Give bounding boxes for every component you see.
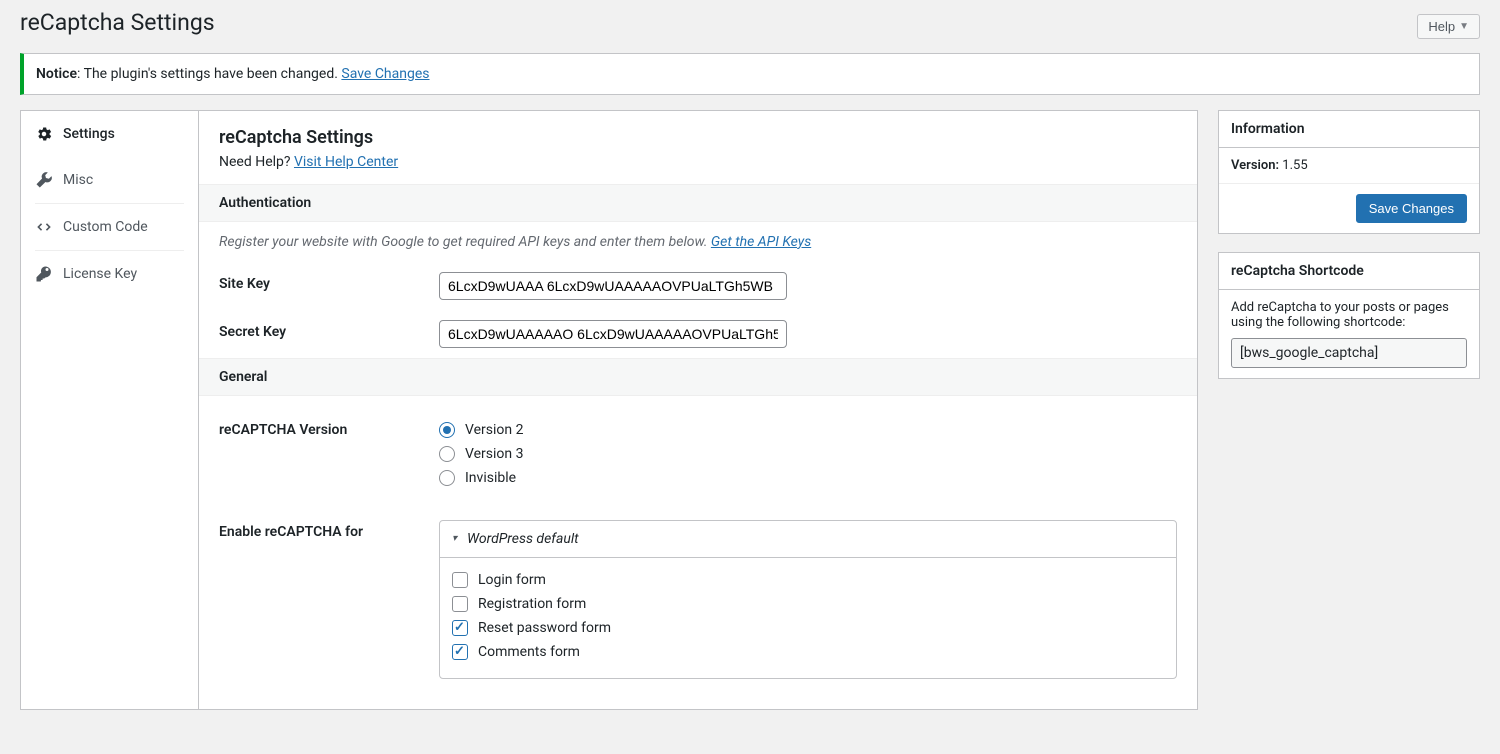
tab-license-key-label: License Key [63, 266, 137, 282]
help-button-label: Help [1428, 19, 1455, 34]
form-register-label: Registration form [478, 596, 586, 612]
form-comments-label: Comments form [478, 644, 580, 660]
form-reset-option[interactable]: Reset password form [452, 616, 1164, 640]
form-comments-checkbox[interactable] [452, 644, 468, 660]
form-register-checkbox[interactable] [452, 596, 468, 612]
version-v2-option[interactable]: Version 2 [439, 418, 1177, 442]
tab-license-key[interactable]: License Key [35, 250, 184, 297]
main-panel: Settings Misc Custom Code License Key re [20, 110, 1198, 710]
information-heading: Information [1219, 111, 1479, 148]
version-invisible-option[interactable]: Invisible [439, 466, 1177, 490]
tab-custom-code-label: Custom Code [63, 219, 148, 235]
form-login-checkbox[interactable] [452, 572, 468, 588]
accordion-toggle[interactable]: ▾ WordPress default [440, 521, 1176, 558]
shortcode-text: Add reCaptcha to your posts or pages usi… [1231, 300, 1467, 330]
auth-hint-text: Register your website with Google to get… [219, 234, 711, 250]
need-help-text: Need Help? [219, 154, 294, 170]
shortcode-box: reCaptcha Shortcode Add reCaptcha to you… [1218, 252, 1480, 379]
section-authentication: Authentication [199, 184, 1197, 222]
version-v2-label: Version 2 [465, 422, 523, 438]
shortcode-heading: reCaptcha Shortcode [1219, 253, 1479, 290]
form-register-option[interactable]: Registration form [452, 592, 1164, 616]
tab-custom-code[interactable]: Custom Code [35, 203, 184, 250]
version-invisible-label: Invisible [465, 470, 516, 486]
tab-settings[interactable]: Settings [21, 111, 198, 157]
version-v3-radio[interactable] [439, 446, 455, 462]
help-center-link[interactable]: Visit Help Center [294, 154, 398, 170]
tab-misc[interactable]: Misc [35, 157, 184, 203]
form-login-option[interactable]: Login form [452, 568, 1164, 592]
version-label: reCAPTCHA Version [219, 418, 439, 438]
save-changes-button[interactable]: Save Changes [1356, 194, 1467, 223]
notice-save-link[interactable]: Save Changes [341, 66, 429, 82]
get-api-keys-link[interactable]: Get the API Keys [711, 234, 811, 250]
site-key-label: Site Key [219, 272, 439, 292]
secret-key-input[interactable] [439, 320, 787, 348]
tab-misc-label: Misc [63, 172, 93, 188]
section-general: General [199, 358, 1197, 396]
panel-heading: reCaptcha Settings [219, 127, 1177, 148]
gear-icon [35, 125, 53, 143]
chevron-down-icon: ▼ [1459, 21, 1469, 32]
code-icon [35, 218, 53, 236]
version-label-side: Version: [1231, 158, 1279, 173]
triangle-down-icon: ▾ [452, 533, 457, 544]
secret-key-label: Secret Key [219, 320, 439, 340]
version-v3-label: Version 3 [465, 446, 523, 462]
help-button[interactable]: Help ▼ [1417, 14, 1480, 39]
notice-prefix: Notice [36, 66, 77, 82]
shortcode-value[interactable]: [bws_google_captcha] [1231, 338, 1467, 368]
notice-banner: Notice: The plugin's settings have been … [20, 53, 1480, 95]
wordpress-default-accordion: ▾ WordPress default Login form [439, 520, 1177, 679]
form-reset-label: Reset password form [478, 620, 611, 636]
settings-panel: reCaptcha Settings Need Help? Visit Help… [199, 111, 1197, 709]
version-v2-radio[interactable] [439, 422, 455, 438]
form-login-label: Login form [478, 572, 546, 588]
enable-for-label: Enable reCAPTCHA for [219, 520, 439, 540]
wrench-icon [35, 171, 53, 189]
version-invisible-radio[interactable] [439, 470, 455, 486]
version-v3-option[interactable]: Version 3 [439, 442, 1177, 466]
form-comments-option[interactable]: Comments form [452, 640, 1164, 664]
form-reset-checkbox[interactable] [452, 620, 468, 636]
information-box: Information Version: 1.55 Save Changes [1218, 110, 1480, 234]
accordion-title: WordPress default [467, 531, 579, 547]
key-icon [35, 265, 53, 283]
version-value: 1.55 [1282, 158, 1307, 173]
notice-text: : The plugin's settings have been change… [77, 66, 341, 82]
tab-settings-label: Settings [63, 126, 115, 142]
site-key-input[interactable] [439, 272, 787, 300]
settings-tabs: Settings Misc Custom Code License Key [21, 111, 199, 709]
page-title: reCaptcha Settings [20, 6, 215, 48]
